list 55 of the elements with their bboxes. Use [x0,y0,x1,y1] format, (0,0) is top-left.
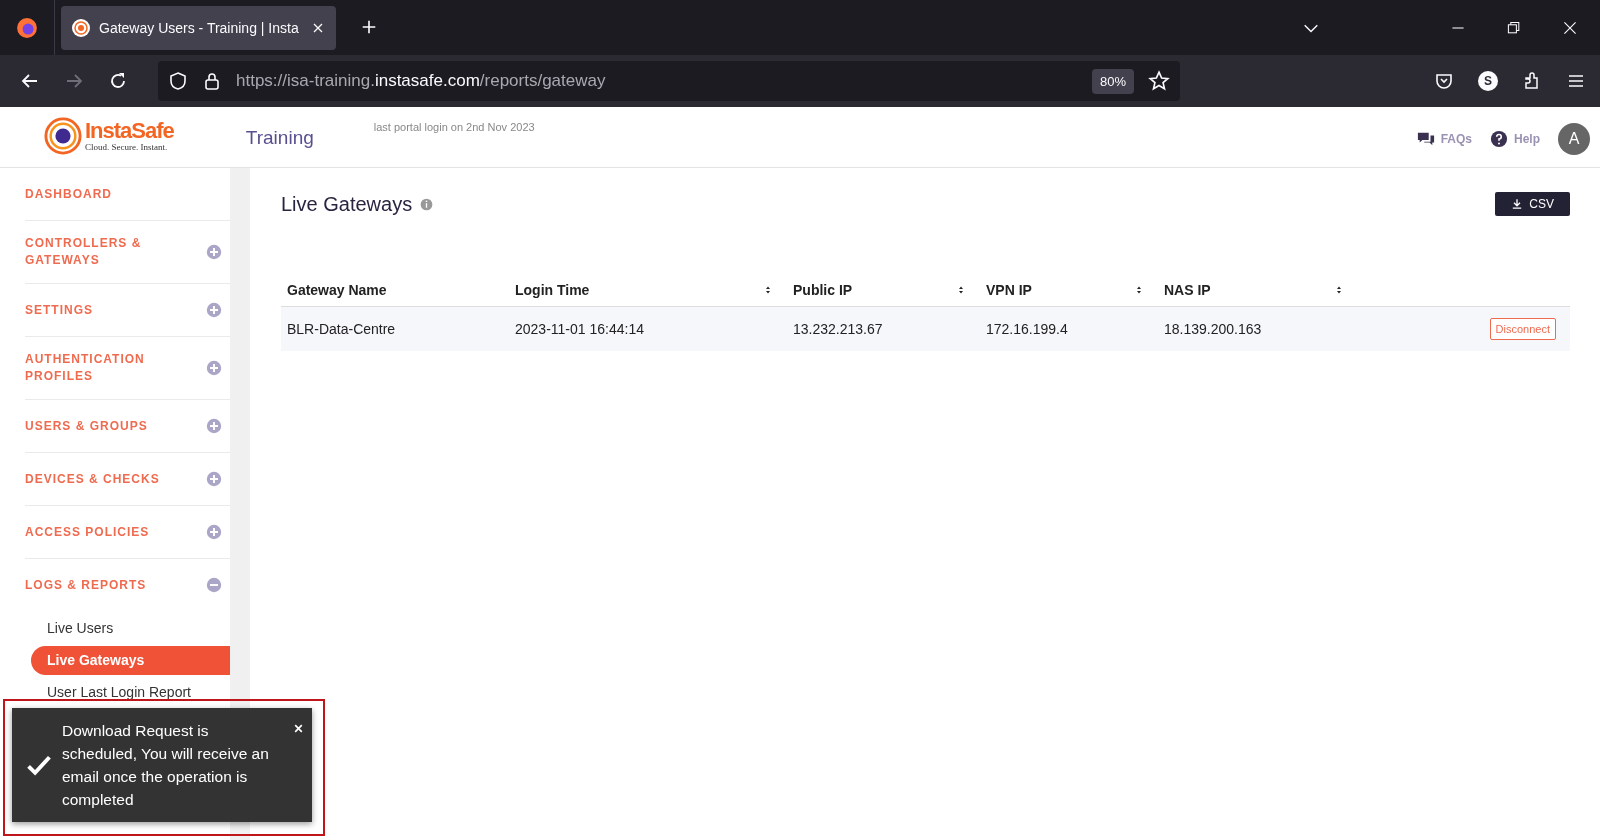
table-cell: 18.139.200.163 [1164,321,1262,337]
last-login-text: last portal login on 2nd Nov 2023 [373,121,535,133]
sidebar-section[interactable]: DASHBOARD [25,185,112,203]
close-icon [293,723,304,734]
sidebar-section[interactable]: USERS & GROUPS [25,417,148,435]
sidebar-item[interactable]: Live Gateways [31,646,230,675]
page-title: Live Gateways [281,192,413,216]
zoom-level[interactable]: 80% [1091,68,1134,94]
sidebar-section[interactable]: DEVICES & CHECKS [25,470,160,488]
browser-logo-icon[interactable] [16,16,38,39]
table-cell: 13.232.213.67 [793,321,883,337]
sidebar-item[interactable]: Live Users [31,614,230,643]
table-cell: 172.16.199.4 [986,321,1068,337]
sort-icon[interactable] [1134,285,1144,295]
tab-title: Gateway Users - Training | Insta [99,19,300,36]
disconnect-button[interactable]: Disconnect [1489,318,1556,340]
faqs-link[interactable]: FAQs [1416,130,1472,148]
column-header: NAS IP [1164,282,1211,298]
shield-icon[interactable] [168,71,188,91]
reload-icon[interactable] [108,71,128,91]
sort-icon[interactable] [1334,285,1344,295]
star-icon[interactable] [1148,70,1170,92]
sidebar-item[interactable]: User Last Login Report [31,678,230,707]
address-bar[interactable]: https://isa-training.instasafe.com/reports/gateway 80% [158,61,1180,101]
restore-icon[interactable] [1506,19,1522,36]
browser-tab[interactable]: Gateway Users - Training | Insta [61,5,336,50]
sidebar-section[interactable]: SETTINGS [25,301,93,319]
column-header: VPN IP [986,282,1032,298]
csv-download-button[interactable]: CSV [1495,192,1570,216]
logo-icon [44,117,82,155]
toast-message: Download Request is scheduled, You will receive an email once the operation is completed [62,721,270,810]
portal-name: Training [245,127,314,149]
help-link[interactable]: Help [1490,130,1540,148]
download-icon [1511,198,1524,210]
close-icon[interactable] [1562,19,1578,36]
sort-icon[interactable] [763,285,773,295]
logo-name: InstaSafe [85,120,174,142]
help-icon [1490,130,1508,148]
user-avatar[interactable]: A [1558,123,1590,155]
lock-icon[interactable] [202,71,222,91]
sidebar-section[interactable]: LOGS & REPORTS [25,576,147,594]
sidebar-section[interactable]: ACCESS POLICIES [25,523,150,541]
column-header: Login Time [515,282,590,298]
column-header: Public IP [793,282,853,298]
column-header: Gateway Name [287,282,387,298]
sidebar-section[interactable]: CONTROLLERS & GATEWAYS [25,235,165,269]
sort-icon[interactable] [956,285,966,295]
pocket-icon[interactable] [1434,71,1454,91]
target-icon [71,17,91,38]
logo-tagline: Cloud. Secure. Instant. [85,142,169,152]
profile-avatar[interactable]: S [1478,71,1498,91]
table-cell: BLR-Data-Centre [287,321,396,337]
info-icon[interactable] [420,197,434,211]
table-cell: 2023-11-01 16:44:14 [515,321,644,337]
sidebar-section[interactable]: AUTHENTICATION PROFILES [25,351,165,385]
